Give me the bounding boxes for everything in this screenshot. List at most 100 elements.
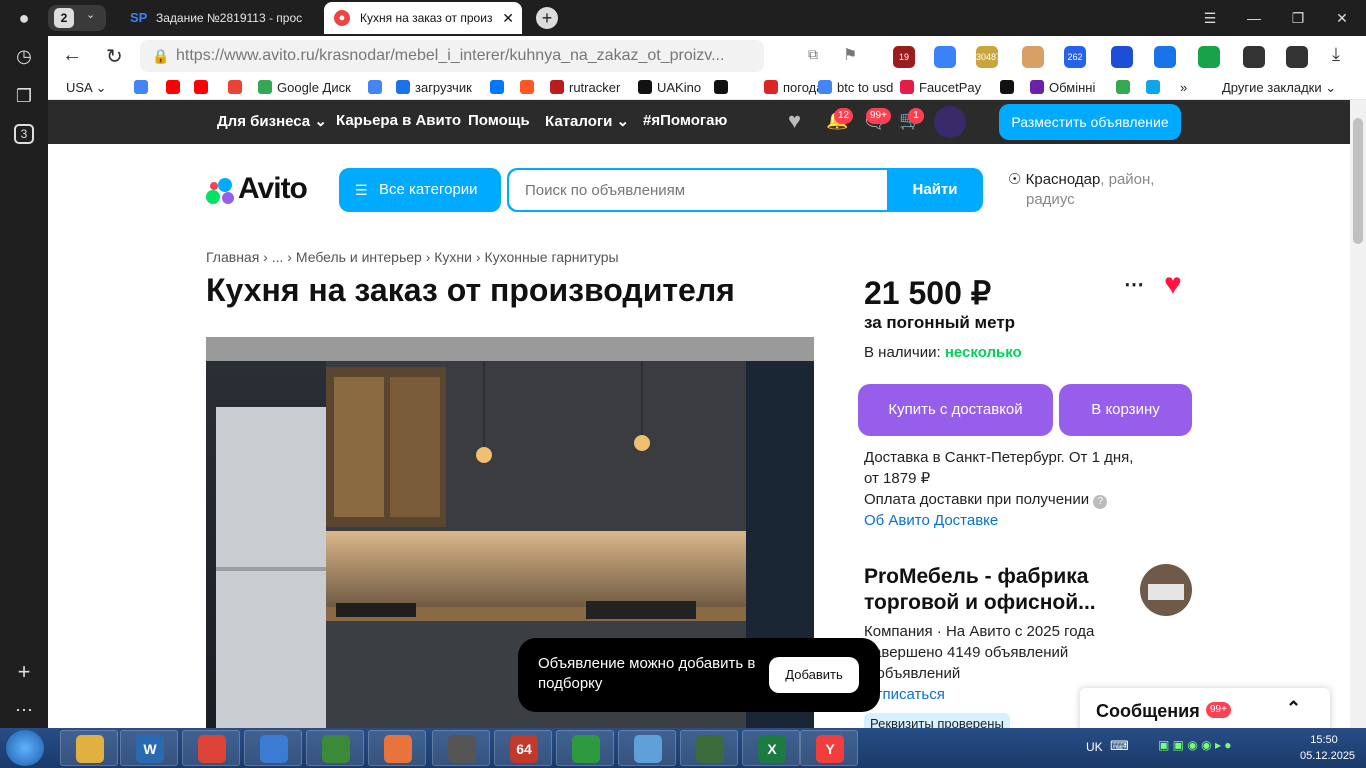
help-link[interactable]: Помощь — [468, 112, 530, 129]
extension-icon[interactable] — [1022, 46, 1044, 68]
language-indicator[interactable]: UK — [1086, 740, 1103, 754]
help-tag-link[interactable]: #яПомогаю — [643, 112, 727, 129]
extension-icon[interactable] — [1286, 46, 1308, 68]
extension-icon[interactable] — [1154, 46, 1176, 68]
profile-icon[interactable]: ● — [12, 6, 36, 30]
all-categories-button[interactable]: ☰ Все категории — [339, 168, 501, 212]
bookmark-item[interactable] — [368, 79, 387, 97]
taskbar-app[interactable] — [618, 730, 676, 766]
copy-link-icon[interactable]: ⧉ — [808, 46, 818, 63]
seller-name[interactable]: ProМебель - фабрика торговой и офисной..… — [864, 564, 1124, 616]
extension-icon[interactable]: 262 — [1064, 46, 1086, 68]
extension-icon[interactable] — [1243, 46, 1265, 68]
crumb-kitchen-sets[interactable]: Кухонные гарнитуры — [484, 249, 618, 265]
scrollbar-thumb[interactable] — [1353, 118, 1363, 244]
more-icon[interactable]: ⋯ — [12, 698, 36, 722]
search-button[interactable]: Найти — [887, 168, 983, 212]
user-avatar[interactable] — [934, 106, 966, 138]
taskbar-app[interactable] — [60, 730, 118, 766]
new-tab-icon[interactable]: + — [536, 7, 558, 29]
bookmark-item[interactable] — [520, 79, 539, 97]
bookmark-item[interactable] — [194, 79, 213, 97]
chevron-up-icon[interactable]: ⌃ — [1286, 698, 1301, 719]
bookmark-item[interactable] — [134, 79, 153, 97]
minimize-icon[interactable]: — — [1232, 0, 1276, 36]
taskbar-app[interactable] — [368, 730, 426, 766]
taskbar-app[interactable]: W — [120, 730, 178, 766]
bookmark-item[interactable] — [490, 79, 509, 97]
bookmark-item[interactable]: погода — [764, 79, 824, 97]
seller-avatar[interactable] — [1140, 564, 1192, 616]
bookmark-item[interactable] — [1116, 79, 1135, 97]
bookmark-item[interactable]: Google Диск — [258, 79, 351, 97]
url-field[interactable]: 🔒 https://www.avito.ru/krasnodar/mebel_i… — [140, 40, 764, 72]
search-input[interactable] — [509, 170, 887, 210]
taskbar-app[interactable] — [182, 730, 240, 766]
add-to-cart-button[interactable]: В корзину — [1059, 384, 1192, 436]
add-panel-icon[interactable]: + — [12, 660, 36, 684]
bookmark-item[interactable] — [1146, 79, 1165, 97]
help-icon[interactable]: ? — [1093, 495, 1108, 509]
for-business-link[interactable]: Для бизнеса ⌄ — [217, 112, 327, 130]
taskbar-app[interactable]: X — [742, 730, 800, 766]
bookmark-item[interactable]: Обмінні — [1030, 79, 1095, 97]
back-icon[interactable]: ← — [62, 44, 82, 67]
restore-icon[interactable]: ❐ — [1276, 0, 1320, 36]
more-options-icon[interactable]: ⋯ — [1124, 272, 1144, 297]
collections-icon[interactable]: ❐ — [12, 84, 36, 108]
toast-add-button[interactable]: Добавить — [769, 657, 859, 693]
catalogs-link[interactable]: Каталоги ⌄ — [545, 112, 629, 130]
other-bookmarks[interactable]: Другие закладки ⌄ — [1222, 79, 1336, 97]
crumb-ellipsis[interactable]: ... — [272, 249, 284, 265]
crumb-home[interactable]: Главная — [206, 249, 259, 265]
crumb-furniture[interactable]: Мебель и интерьер — [296, 249, 422, 265]
taskbar-app[interactable] — [306, 730, 364, 766]
taskbar-app[interactable] — [680, 730, 738, 766]
extension-icon[interactable] — [934, 46, 956, 68]
bookmark-item[interactable] — [714, 79, 733, 97]
favorites-icon[interactable]: ♥ — [788, 108, 801, 134]
tab-task[interactable]: SP Задание №2819113 - прос — [120, 2, 320, 34]
bookmark-item[interactable]: FaucetPay — [900, 79, 981, 97]
taskbar-app[interactable]: 64 — [494, 730, 552, 766]
bookmark-item[interactable]: rutracker — [550, 79, 620, 97]
bookmark-item[interactable] — [1000, 79, 1019, 97]
extension-icon[interactable] — [1111, 46, 1133, 68]
menu-icon[interactable]: ☰ — [1188, 0, 1232, 36]
download-icon[interactable]: ⤓ — [1332, 44, 1340, 65]
crumb-kitchens[interactable]: Кухни — [434, 249, 472, 265]
favorite-heart-icon[interactable]: ♥ — [1164, 268, 1182, 302]
location-selector[interactable]: ☉ Краснодар, район, радиус — [1008, 170, 1154, 210]
close-window-icon[interactable]: ✕ — [1320, 0, 1364, 36]
page-scrollbar[interactable] — [1350, 100, 1366, 728]
taskbar-app[interactable] — [556, 730, 614, 766]
post-ad-button[interactable]: Разместить объявление — [999, 104, 1181, 140]
bookmark-item[interactable] — [228, 79, 247, 97]
history-icon[interactable]: ◷ — [12, 44, 36, 68]
close-tab-icon[interactable]: ✕ — [502, 2, 514, 34]
taskbar-app[interactable] — [432, 730, 490, 766]
extension-icon[interactable] — [1198, 46, 1220, 68]
career-link[interactable]: Карьера в Авито — [336, 112, 461, 129]
tab-group-button[interactable]: 2 ⌄ — [48, 5, 106, 31]
bookmark-item[interactable]: btc to usd — [818, 79, 893, 97]
bookmark-icon[interactable]: ⚑ — [843, 45, 857, 65]
taskbar-app[interactable]: Y — [800, 730, 858, 766]
bookmark-item[interactable]: UAKino — [638, 79, 701, 97]
buy-with-delivery-button[interactable]: Купить с доставкой — [858, 384, 1053, 436]
keyboard-icon[interactable]: ⌨ — [1110, 738, 1129, 754]
extension-icon[interactable]: 30487 — [976, 46, 1001, 68]
tab-avito[interactable]: ● Кухня на заказ от произ ✕ — [324, 2, 522, 34]
bookmark-item[interactable]: USA ⌄ — [66, 79, 107, 97]
bookmark-item[interactable] — [166, 79, 185, 97]
bookmark-item[interactable]: загрузчик — [396, 79, 472, 97]
tray-icons[interactable]: ▣ ▣ ◉ ◉ ▸ ● — [1158, 738, 1232, 752]
clock[interactable]: 15:50 05.12.2025 — [1300, 732, 1355, 764]
tabs-counter-icon[interactable]: 3 — [14, 124, 34, 144]
messages-panel[interactable]: Сообщения 99+ ⌃ — [1080, 688, 1330, 728]
start-button[interactable] — [6, 730, 44, 766]
reload-icon[interactable]: ↻ — [106, 44, 123, 69]
avito-delivery-link[interactable]: Об Авито Доставке — [864, 512, 998, 529]
bookmarks-more[interactable]: » — [1180, 79, 1187, 97]
taskbar-app[interactable] — [244, 730, 302, 766]
